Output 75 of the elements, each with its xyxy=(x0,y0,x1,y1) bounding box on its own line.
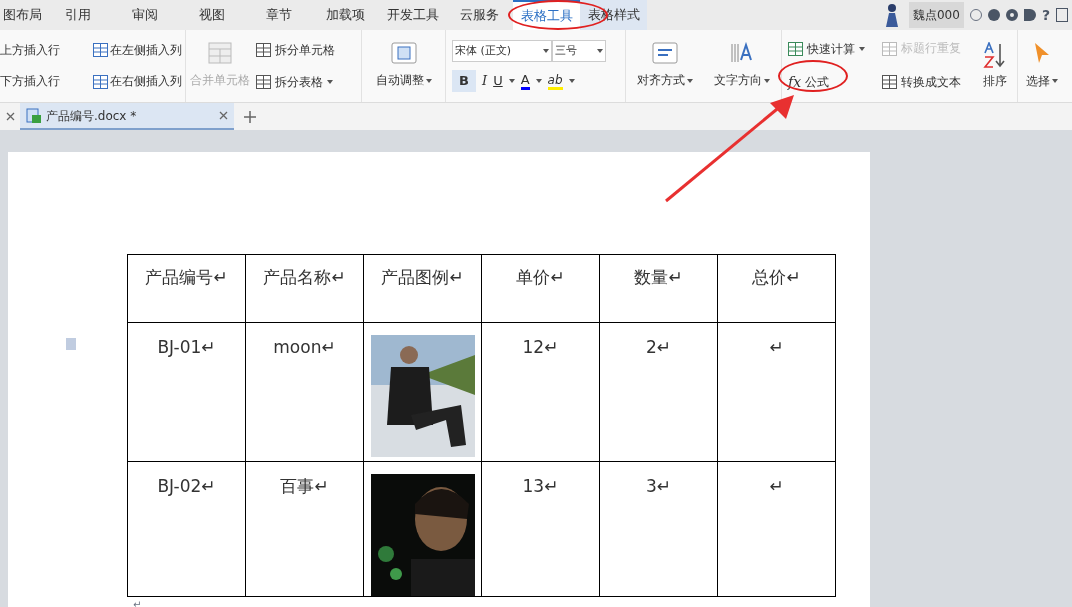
convert-to-text-button[interactable]: 转换成文本 xyxy=(882,73,970,91)
help-button[interactable]: ? xyxy=(1041,4,1050,26)
insert-button[interactable]: 上方插入行 xyxy=(0,41,93,59)
table-cell: BJ-02↵ xyxy=(157,476,216,496)
menu-tab[interactable]: 图布局 xyxy=(0,0,44,30)
column-header: 总价↵ xyxy=(717,254,836,323)
add-tab-icon[interactable] xyxy=(244,110,256,123)
menu-tab[interactable]: 表格工具 xyxy=(513,0,580,30)
align-icon xyxy=(651,42,678,65)
quick-calc-button[interactable]: 快速计算 xyxy=(788,39,874,58)
menu-tab[interactable]: 开发工具 xyxy=(379,0,446,30)
table-icon xyxy=(256,75,271,89)
window-icon[interactable] xyxy=(1056,8,1068,22)
caret-icon xyxy=(508,79,515,83)
menu-tab[interactable]: 引用 xyxy=(44,0,111,30)
column-header: 产品编号↵ xyxy=(127,254,246,323)
sort-az-icon xyxy=(982,42,1007,68)
table-cell: BJ-01↵ xyxy=(157,337,216,357)
column-header: 产品图例↵ xyxy=(363,254,482,323)
caret-icon xyxy=(568,79,575,83)
column-header: 数量↵ xyxy=(599,254,718,323)
annotation-ellipse xyxy=(778,60,848,92)
font-family-select[interactable]: 宋体 (正文) xyxy=(452,40,552,62)
menu-tab[interactable]: 章节 xyxy=(245,0,312,30)
caret-icon xyxy=(425,79,432,83)
cursor-icon xyxy=(1033,42,1051,64)
table-cell: 3↵ xyxy=(645,476,672,496)
bold-button[interactable]: B xyxy=(452,70,476,92)
table-cell: 13↵ xyxy=(522,476,559,496)
formula-button[interactable]: fx 公式 xyxy=(788,71,874,93)
table-cell: 百事↵ xyxy=(280,476,329,496)
sort-button[interactable]: 排序 xyxy=(978,42,1011,90)
italic-button[interactable]: I xyxy=(482,71,488,91)
document-tab[interactable]: 产品编号.docx * xyxy=(20,103,234,130)
caret-icon xyxy=(327,80,333,84)
calculator-icon xyxy=(788,41,803,56)
caret-icon xyxy=(1052,79,1058,83)
highlight-button[interactable]: ab xyxy=(547,72,563,90)
insert-button[interactable]: 在右侧插入列 xyxy=(92,73,185,91)
autofit-button[interactable]: 自动调整 xyxy=(375,42,432,90)
caret-icon xyxy=(535,79,542,83)
caret-icon xyxy=(686,79,693,83)
insert-button[interactable]: 在左侧插入列 xyxy=(92,41,185,59)
menu-tab[interactable]: 视图 xyxy=(178,0,245,30)
table-cell: 2↵ xyxy=(645,337,672,357)
table-cell: ↵ xyxy=(769,337,784,357)
caret-icon xyxy=(597,49,603,53)
close-icon[interactable] xyxy=(5,112,15,121)
column-header: 产品名称↵ xyxy=(245,254,364,323)
table-icon xyxy=(256,43,271,57)
font-color-button[interactable]: A xyxy=(520,72,530,90)
table-cell: moon↵ xyxy=(273,337,336,357)
align-button[interactable]: 对齐方式 xyxy=(636,42,693,90)
font-size-select[interactable]: 三号 xyxy=(552,40,606,62)
menu-tab[interactable]: 审阅 xyxy=(111,0,178,30)
caret-icon xyxy=(859,46,865,51)
table-cell: ↵ xyxy=(769,476,784,496)
autofit-icon xyxy=(390,42,417,65)
user-name[interactable]: 魏点000 xyxy=(908,2,964,28)
menu-tab[interactable]: 加载项 xyxy=(312,0,379,30)
underline-button[interactable]: U xyxy=(493,71,503,91)
column-header: 单价↵ xyxy=(481,254,600,323)
paragraph-mark: ↵ xyxy=(133,598,143,607)
table-icon xyxy=(208,42,232,65)
table-column-icon xyxy=(92,74,108,89)
table-cell: 12↵ xyxy=(522,337,559,357)
fx-icon: fx xyxy=(788,71,802,93)
insert-button[interactable]: 下方插入行 xyxy=(0,73,93,91)
menu-tab[interactable]: 云服务 xyxy=(446,0,513,30)
caret-icon xyxy=(764,79,771,83)
table-column-icon xyxy=(92,43,108,58)
select-button[interactable]: 选择 xyxy=(1026,72,1058,90)
close-icon[interactable] xyxy=(219,111,228,120)
caret-icon xyxy=(543,49,549,53)
text-direction-button[interactable]: 文字方向 xyxy=(714,42,771,90)
